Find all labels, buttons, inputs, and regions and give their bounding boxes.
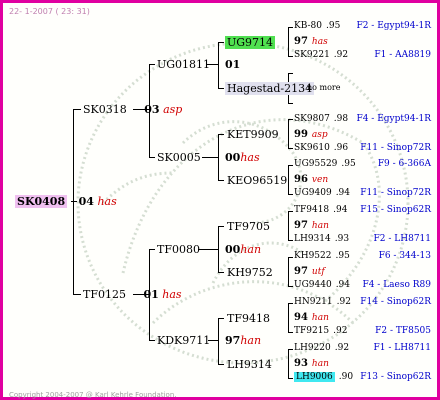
pedigree-frame: 22- 1-2007 ( 23: 31) Copyright 2004-2007… [0,0,440,400]
gen4-reference: F6 - 344-13 [378,251,431,261]
gen4-reference: F13 - Sinop62R [360,372,431,382]
gen3-node[interactable]: UG9714 [225,36,276,49]
gen4-entry[interactable]: 96 ven [294,174,328,186]
gen4-entry[interactable]: UG95529.95 [294,159,356,170]
gen3-node[interactable]: TF9705 [227,220,270,233]
gen3-node[interactable]: KH9752 [227,266,273,279]
gen3-node[interactable]: KET9909 [227,128,279,141]
gen4-entry[interactable]: HN9211.92 [294,297,351,308]
gen3-year: 01 [225,58,241,71]
gen4-entry[interactable]: TF9215.92 [294,326,347,337]
sire-node[interactable]: SK0318 03 asp [83,103,182,116]
gen4-entry[interactable]: UG9409.94 [294,188,350,199]
gen2-node[interactable]: UG01811 [157,58,210,71]
timestamp: 22- 1-2007 ( 23: 31) [9,7,90,16]
gen4-reference: F4 - Laeso R89 [362,280,431,290]
gen4-entry[interactable]: 99 asp [294,129,328,141]
gen4-reference: F4 - Egypt94-1R [356,114,431,124]
gen4-reference: F1 - AA8819 [374,50,431,60]
gen4-entry[interactable]: 97 has [294,36,328,48]
gen2-node[interactable]: KDK9711 [157,334,210,347]
gen3-year: 97han [225,334,262,347]
gen4-entry[interactable]: KH9522.95 [294,251,350,262]
gen4-entry[interactable]: no more [307,82,340,94]
gen4-reference: F1 - LH8711 [373,343,431,353]
gen3-node[interactable]: TF9418 [227,312,270,325]
gen4-entry[interactable]: 94 han [294,312,329,324]
gen4-reference: F2 - TF8505 [375,326,431,336]
gen4-entry[interactable]: SK9610.96 [294,143,348,154]
gen3-year: 00has [225,151,260,164]
gen4-entry[interactable]: LH9006.90 [294,372,353,383]
gen2-node[interactable]: SK0005 [157,151,201,164]
gen4-reference: F2 - LH8711 [373,234,431,244]
gen3-node[interactable]: KEO96519 [227,174,287,187]
gen4-entry[interactable]: 97 han [294,220,329,232]
gen2-node[interactable]: TF0080 [157,243,200,256]
gen3-node[interactable]: LH9314 [227,358,272,371]
gen4-reference: F11 - Sinop72R [360,188,431,198]
root-node[interactable]: SK0408 04 has [15,195,117,208]
gen4-entry[interactable]: 93 han [294,358,329,370]
gen4-entry[interactable]: UG9440.94 [294,280,350,291]
gen4-reference: F9 - 6-366A [377,159,431,169]
gen4-entry[interactable]: KB-80.95 [294,21,340,32]
gen4-entry[interactable]: SK9221.92 [294,50,348,61]
gen4-entry[interactable]: SK9807.98 [294,114,348,125]
gen4-entry[interactable]: LH9220.92 [294,343,349,354]
gen4-reference: F11 - Sinop72R [360,143,431,153]
watermark-emblem [76,41,410,365]
gen4-entry[interactable]: 97 utf [294,266,325,278]
gen4-entry[interactable]: TF9418.94 [294,205,347,216]
gen4-reference: F14 - Sinop62R [360,297,431,307]
dam-node[interactable]: TF0125 01 has [83,288,182,301]
gen4-entry[interactable]: LH9314.93 [294,234,349,245]
gen4-reference: F2 - Egypt94-1R [356,21,431,31]
gen3-year: 00han [225,243,262,256]
copyright: Copyright 2004-2007 @ Karl Kehrle Founda… [9,391,177,399]
gen4-reference: F15 - Sinop62R [360,205,431,215]
gen3-node[interactable]: Hagestad-2134 [225,82,315,95]
